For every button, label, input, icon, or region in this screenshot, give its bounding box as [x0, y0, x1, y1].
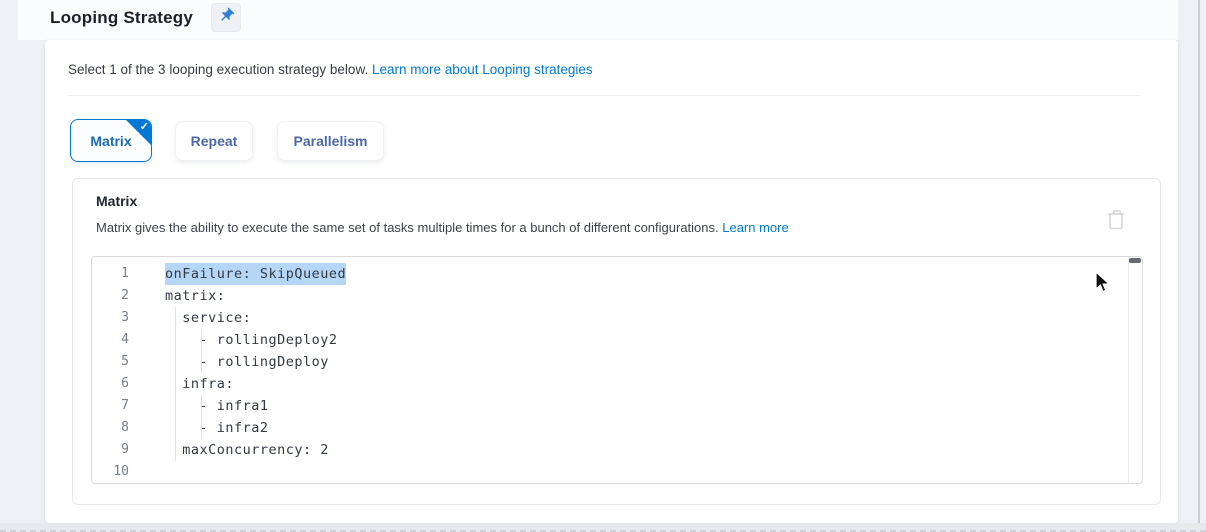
code-line[interactable]: 4 - rollingDeploy2: [92, 329, 1128, 351]
line-number: 1: [92, 263, 129, 285]
code-line[interactable]: 7 - infra1: [92, 395, 1128, 417]
intro-text-static: Select 1 of the 3 looping execution stra…: [68, 62, 372, 77]
line-number: 4: [92, 329, 129, 351]
intro-text: Select 1 of the 3 looping execution stra…: [68, 62, 593, 77]
panel-description-static: Matrix gives the ability to execute the …: [96, 220, 722, 235]
indent-guide: [175, 329, 176, 351]
indent-guide: [201, 395, 202, 417]
code-text: - rollingDeploy2: [165, 329, 338, 351]
yaml-code-editor[interactable]: 1 onFailure: SkipQueued 2 matrix: 3 serv…: [91, 256, 1143, 484]
tab-repeat[interactable]: Repeat: [175, 121, 253, 161]
checkmark-icon: ✓: [140, 120, 149, 133]
code-line[interactable]: 10: [92, 461, 1128, 483]
code-text: service:: [165, 307, 251, 329]
code-line[interactable]: 8 - infra2: [92, 417, 1128, 439]
line-number: 7: [92, 395, 129, 417]
line-number: 3: [92, 307, 129, 329]
code-text: - infra2: [165, 417, 269, 439]
trash-icon: [1105, 218, 1127, 235]
looping-strategy-card: Select 1 of the 3 looping execution stra…: [45, 40, 1178, 523]
code-lines: 1 onFailure: SkipQueued 2 matrix: 3 serv…: [92, 263, 1128, 483]
panel-resize-divider: [1198, 0, 1200, 532]
line-number: 2: [92, 285, 129, 307]
matrix-strategy-panel: Matrix Matrix gives the ability to execu…: [72, 178, 1161, 505]
panel-heading: Matrix: [96, 193, 137, 209]
code-text: matrix:: [165, 285, 225, 307]
indent-guide: [201, 329, 202, 351]
tab-parallelism[interactable]: Parallelism: [277, 121, 384, 161]
divider: [68, 95, 1140, 96]
line-number: 5: [92, 351, 129, 373]
code-line[interactable]: 9 maxConcurrency: 2: [92, 439, 1128, 461]
code-line[interactable]: 1 onFailure: SkipQueued: [92, 263, 1128, 285]
indent-guide: [175, 395, 176, 417]
code-line[interactable]: 6 infra:: [92, 373, 1128, 395]
mouse-cursor-icon: [1095, 271, 1112, 300]
code-text: - infra1: [165, 395, 269, 417]
header: Looping Strategy: [18, 0, 1178, 40]
code-text: onFailure: SkipQueued: [165, 263, 346, 285]
code-line[interactable]: 5 - rollingDeploy: [92, 351, 1128, 373]
delete-button[interactable]: [1105, 207, 1129, 233]
code-text: - rollingDeploy: [165, 351, 329, 373]
line-number: 9: [92, 439, 129, 461]
indent-guide: [201, 351, 202, 373]
pin-icon: [218, 7, 235, 29]
indent-guide: [175, 373, 176, 395]
tab-parallelism-label: Parallelism: [294, 133, 368, 149]
indent-guide: [175, 417, 176, 439]
indent-guide: [175, 439, 176, 461]
line-number: 6: [92, 373, 129, 395]
tab-repeat-label: Repeat: [191, 133, 238, 149]
line-number: 10: [92, 461, 129, 483]
indent-guide: [175, 351, 176, 373]
indent-guide: [175, 307, 176, 329]
panel-description: Matrix gives the ability to execute the …: [96, 220, 789, 235]
learn-more-link[interactable]: Learn more: [722, 220, 788, 235]
bottom-strip: [0, 523, 1206, 532]
code-line[interactable]: 2 matrix:: [92, 285, 1128, 307]
indent-guide: [201, 417, 202, 439]
tab-matrix[interactable]: Matrix ✓: [70, 119, 152, 162]
code-line[interactable]: 3 service:: [92, 307, 1128, 329]
scrollbar-thumb[interactable]: [1129, 258, 1141, 263]
learn-more-strategies-link[interactable]: Learn more about Looping strategies: [372, 62, 593, 77]
line-number: 8: [92, 417, 129, 439]
page-title: Looping Strategy: [50, 8, 193, 28]
tab-matrix-label: Matrix: [90, 133, 131, 149]
code-text: maxConcurrency: 2: [165, 439, 329, 461]
pin-button[interactable]: [211, 3, 241, 32]
editor-scrollbar[interactable]: [1128, 257, 1142, 483]
